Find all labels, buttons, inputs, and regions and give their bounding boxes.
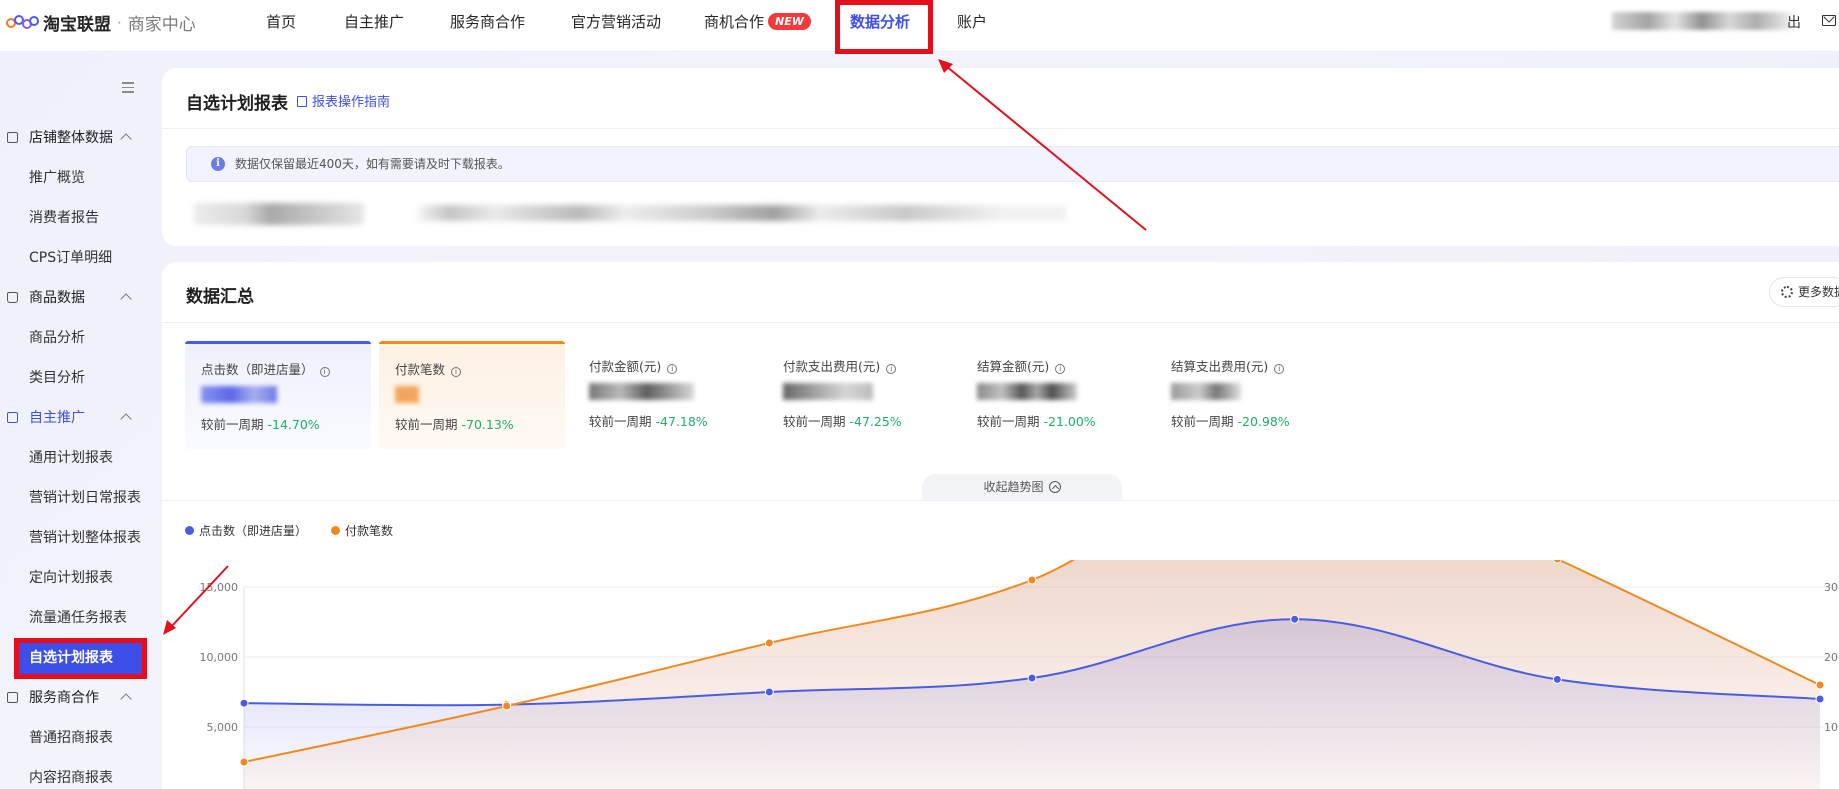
annotation-arrows xyxy=(163,59,1147,635)
annotation-arrow-line xyxy=(945,65,1147,231)
annotation-arrow-line xyxy=(169,565,229,629)
